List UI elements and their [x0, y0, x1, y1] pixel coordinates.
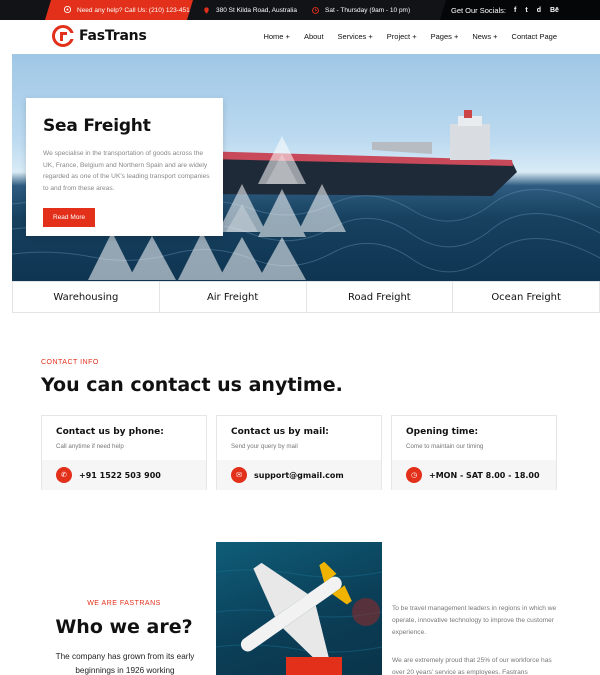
- tab-road-freight[interactable]: Road Freight: [307, 282, 454, 312]
- socials-label: Get Our Socials:: [451, 5, 507, 15]
- airplane-photo: [216, 542, 382, 675]
- about-text: The company has grown from its early beg…: [55, 652, 195, 675]
- hours-card-heading: Opening time:: [406, 427, 479, 437]
- phone-number[interactable]: +91 1522 503 900: [79, 471, 161, 480]
- logo-text: FasTrans: [79, 28, 147, 44]
- phone-card: Contact us by phone: Call anytime if nee…: [41, 415, 207, 490]
- clock-icon: [312, 6, 319, 14]
- nav-item-contact[interactable]: Contact Page: [512, 32, 557, 41]
- mail-address[interactable]: support@gmail.com: [254, 471, 344, 480]
- location-icon: [204, 6, 209, 14]
- logo-icon: [52, 25, 75, 47]
- phone-card-sub: Call anytime if need help: [56, 443, 124, 450]
- hero-banner: Sea Freight We specialise in the transpo…: [12, 54, 600, 281]
- service-tabs: Warehousing Air Freight Road Freight Oce…: [12, 281, 600, 313]
- hours-item: Sat - Thursday (9am - 10 pm): [312, 0, 410, 20]
- mail-card: Contact us by mail: Send your query by m…: [216, 415, 382, 490]
- socials-bar: Get Our Socials: f t d Bē: [440, 0, 600, 20]
- mail-card-heading: Contact us by mail:: [231, 427, 329, 437]
- mail-icon: ✉: [231, 467, 247, 483]
- phone-icon: ✆: [56, 467, 72, 483]
- main-nav: Home + About Services + Project + Pages …: [249, 32, 557, 41]
- nav-item-home[interactable]: Home +: [263, 32, 289, 41]
- about-kicker: WE ARE FASTRANS: [87, 600, 161, 607]
- top-bar: Need any help? Call Us: (210) 123-451 38…: [0, 0, 600, 20]
- about-paragraph-2: We are extremely proud that 25% of our w…: [392, 657, 552, 675]
- opening-hours: +MON - SAT 8.00 - 18.00: [429, 470, 540, 480]
- contact-title: You can contact us anytime.: [41, 374, 343, 396]
- hours-text: Sat - Thursday (9am - 10 pm): [325, 6, 411, 14]
- mail-card-sub: Send your query by mail: [231, 443, 298, 450]
- site-header: FasTrans Home + About Services + Project…: [0, 20, 600, 54]
- nav-item-pages[interactable]: Pages +: [431, 32, 459, 41]
- hero-card: Sea Freight We specialise in the transpo…: [26, 98, 223, 236]
- tab-air-freight[interactable]: Air Freight: [160, 282, 307, 312]
- tab-ocean-freight[interactable]: Ocean Freight: [453, 282, 599, 312]
- hours-card: Opening time: Come to maintain our timin…: [391, 415, 557, 490]
- help-text: Need any help? Call Us: (210) 123-451: [77, 6, 190, 14]
- phone-card-heading: Contact us by phone:: [56, 427, 164, 437]
- about-paragraph-1: To be travel management leaders in regio…: [392, 605, 557, 636]
- hero-title: Sea Freight: [43, 116, 151, 136]
- read-more-button[interactable]: Read More: [43, 207, 96, 227]
- logo[interactable]: FasTrans: [52, 25, 147, 47]
- facebook-icon[interactable]: f: [514, 7, 516, 14]
- nav-item-services[interactable]: Services +: [338, 32, 373, 41]
- about-title: Who we are?: [55, 616, 193, 638]
- airplane-image: [216, 561, 382, 666]
- nav-item-project[interactable]: Project +: [387, 32, 417, 41]
- about-accent: [286, 657, 342, 675]
- nav-item-news[interactable]: News +: [472, 32, 497, 41]
- tab-warehousing[interactable]: Warehousing: [13, 282, 160, 312]
- twitter-icon[interactable]: t: [525, 7, 527, 14]
- help-banner[interactable]: Need any help? Call Us: (210) 123-451: [45, 0, 193, 20]
- phone-icon: [64, 6, 71, 13]
- dribbble-icon[interactable]: d: [537, 7, 541, 14]
- address-text: 380 St Kilda Road, Australia: [216, 6, 297, 14]
- clock-icon: ◷: [406, 467, 422, 483]
- address-item: 380 St Kilda Road, Australia: [203, 0, 297, 20]
- hero-description: We specialise in the transportation of g…: [43, 150, 210, 193]
- hours-card-sub: Come to maintain our timing: [406, 443, 484, 450]
- nav-item-about[interactable]: About: [304, 32, 324, 41]
- contact-kicker: CONTACT INFO: [41, 359, 99, 366]
- behance-icon[interactable]: Bē: [550, 7, 559, 14]
